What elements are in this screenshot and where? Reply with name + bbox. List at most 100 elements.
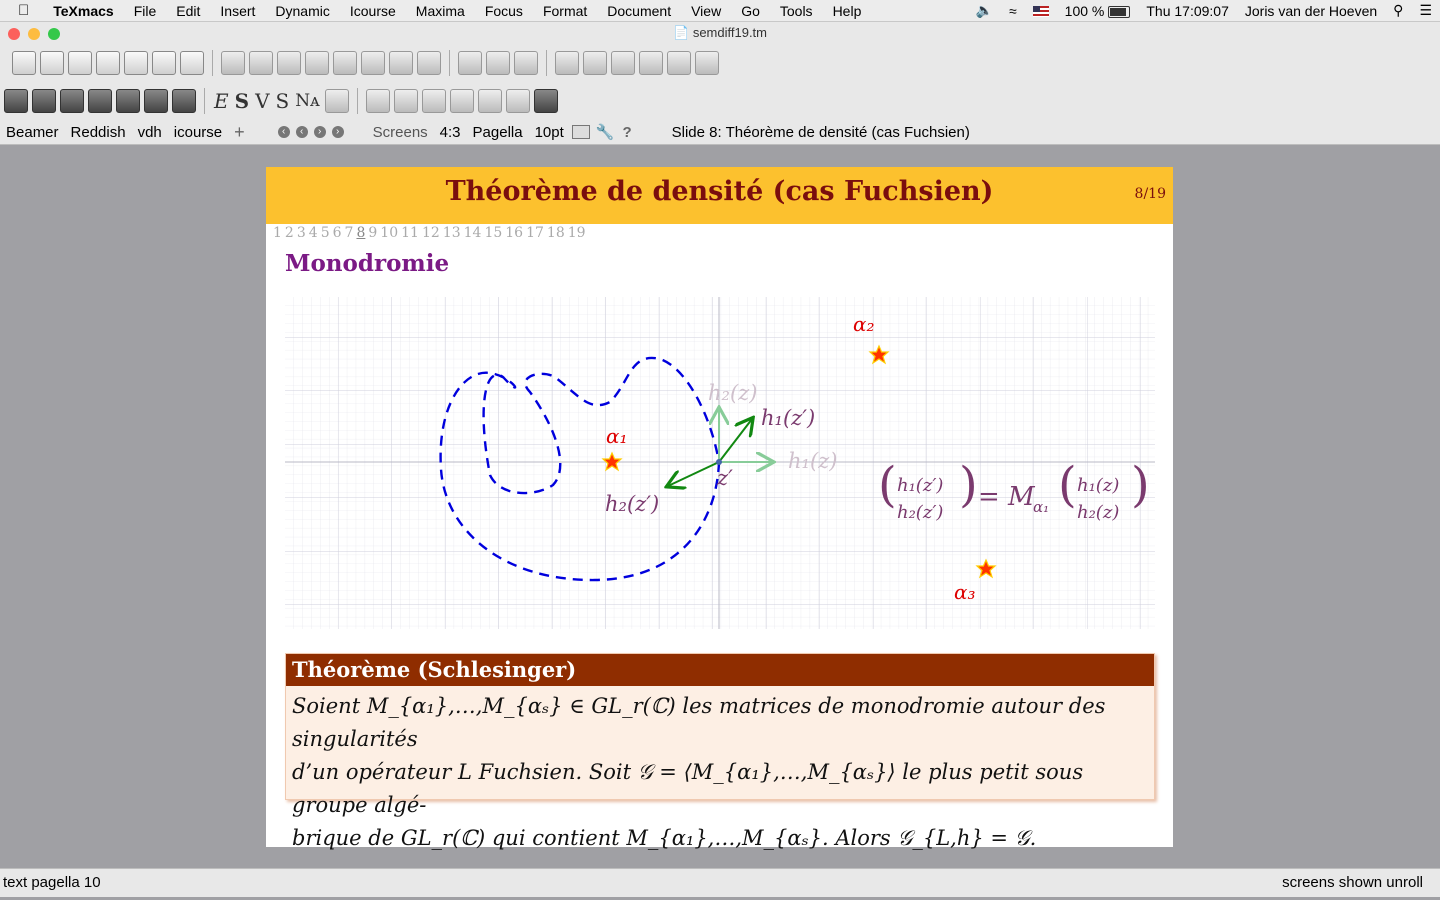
slide-nav-item[interactable]: 7 (345, 225, 354, 241)
slide-nav-item[interactable]: 16 (505, 225, 523, 241)
flag-icon[interactable] (1025, 3, 1057, 19)
screens-label[interactable]: Screens (367, 124, 434, 141)
add-style-button[interactable]: + (228, 122, 251, 143)
slide-nav-item[interactable]: 8 (356, 225, 365, 241)
next-screen-icon[interactable]: › (313, 126, 326, 138)
slide-nav-item[interactable]: 5 (321, 225, 330, 241)
first-slide-icon[interactable] (555, 51, 579, 75)
title-style-icon[interactable] (32, 89, 56, 113)
forward-icon[interactable] (514, 51, 538, 75)
style-beamer[interactable]: Beamer (0, 124, 65, 141)
fast-forward-icon[interactable] (667, 51, 691, 75)
style-reddish[interactable]: Reddish (65, 124, 132, 141)
slide-nav-item[interactable]: 9 (368, 225, 377, 241)
replace-icon[interactable] (333, 51, 357, 75)
slide-nav-item[interactable]: 19 (568, 225, 586, 241)
font-size-selector[interactable]: 10pt (529, 124, 570, 141)
menu-help[interactable]: Help (823, 0, 872, 22)
verbatim-glyph[interactable]: V (255, 89, 269, 113)
app-menu[interactable]: TeXmacs (43, 0, 123, 22)
slide-nav-item[interactable]: 11 (401, 225, 419, 241)
strong-glyph[interactable]: S (235, 89, 249, 113)
cut-icon[interactable] (249, 51, 273, 75)
list-icon[interactable] (116, 89, 140, 113)
last-slide-icon[interactable] (695, 51, 719, 75)
slide-nav-item[interactable]: 17 (526, 225, 544, 241)
previous-slide-icon[interactable] (611, 51, 635, 75)
copy-icon[interactable] (221, 51, 245, 75)
slide-nav-item[interactable]: 12 (422, 225, 440, 241)
slide-nav-item[interactable]: 15 (484, 225, 502, 241)
menu-focus[interactable]: Focus (475, 0, 533, 22)
menu-format[interactable]: Format (533, 0, 597, 22)
menu-go[interactable]: Go (731, 0, 770, 22)
battery-status[interactable]: 100 % (1057, 3, 1139, 19)
footnote-icon[interactable] (477, 89, 502, 113)
export-icon[interactable] (96, 51, 120, 75)
style-icourse[interactable]: icourse (168, 124, 228, 141)
emphasis-glyph[interactable]: E (214, 89, 229, 113)
spell-check-icon[interactable] (361, 51, 385, 75)
reload-icon[interactable] (486, 51, 510, 75)
first-screen-icon[interactable]: ‹ (277, 126, 290, 138)
preferences-icon[interactable] (152, 51, 176, 75)
search-icon[interactable] (305, 51, 329, 75)
slide-nav-item[interactable]: 2 (285, 225, 294, 241)
enumerate-icon[interactable] (144, 89, 168, 113)
next-slide-icon[interactable] (639, 51, 663, 75)
spotlight-icon[interactable]: ⚲ (1385, 2, 1411, 19)
fast-back-icon[interactable] (583, 51, 607, 75)
close-document-icon[interactable] (180, 51, 204, 75)
slide-nav-item[interactable]: 18 (547, 225, 565, 241)
print-icon[interactable] (124, 51, 148, 75)
slide-nav-item[interactable]: 14 (464, 225, 482, 241)
align-center-icon[interactable] (60, 89, 84, 113)
name-glyph[interactable]: Nᴀ (295, 91, 319, 111)
wrench-icon[interactable]: 🔧 (596, 123, 615, 141)
menu-tools[interactable]: Tools (770, 0, 823, 22)
style-vdh[interactable]: vdh (132, 124, 168, 141)
menu-icourse[interactable]: Icourse (340, 0, 406, 22)
slide-nav-item[interactable]: 3 (297, 225, 306, 241)
help-icon[interactable]: ? (622, 124, 631, 141)
slide-nav-item[interactable]: 13 (443, 225, 461, 241)
sans-glyph[interactable]: S (276, 89, 290, 113)
menu-dynamic[interactable]: Dynamic (265, 0, 339, 22)
session-icon[interactable] (533, 89, 558, 113)
previous-screen-icon[interactable]: ‹ (295, 126, 308, 138)
save-document-icon[interactable] (68, 51, 92, 75)
math-icon[interactable] (365, 89, 390, 113)
user-name[interactable]: Joris van der Hoeven (1237, 3, 1385, 19)
menu-file[interactable]: File (124, 0, 167, 22)
last-screen-icon[interactable]: › (331, 126, 344, 138)
slide-nav-item[interactable]: 1 (273, 225, 282, 241)
page-setup-icon[interactable] (571, 125, 590, 139)
image-icon[interactable] (421, 89, 446, 113)
wifi-icon[interactable]: ≈ (1001, 3, 1025, 19)
menu-document[interactable]: Document (597, 0, 681, 22)
menu-edit[interactable]: Edit (166, 0, 210, 22)
volume-icon[interactable]: 🔈 (968, 2, 1001, 19)
menu-insert[interactable]: Insert (210, 0, 265, 22)
open-document-icon[interactable] (40, 51, 64, 75)
slide-nav-item[interactable]: 4 (309, 225, 318, 241)
slide-nav-item[interactable]: 6 (333, 225, 342, 241)
clock[interactable]: Thu 17:09:07 (1138, 3, 1237, 19)
redo-icon[interactable] (417, 51, 441, 75)
paste-icon[interactable] (277, 51, 301, 75)
back-icon[interactable] (458, 51, 482, 75)
font-selector[interactable]: Pagella (467, 124, 529, 141)
menu-maxima[interactable]: Maxima (406, 0, 475, 22)
align-right-icon[interactable] (88, 89, 112, 113)
undo-icon[interactable] (389, 51, 413, 75)
link-icon[interactable] (449, 89, 474, 113)
film-icon[interactable] (505, 89, 530, 113)
eraser-icon[interactable] (324, 89, 349, 113)
section-icon[interactable] (172, 89, 196, 113)
table-icon[interactable] (393, 89, 418, 113)
new-document-icon[interactable] (12, 51, 36, 75)
menu-view[interactable]: View (681, 0, 731, 22)
notification-center-icon[interactable]: ☰ (1411, 2, 1440, 19)
aspect-ratio[interactable]: 4:3 (434, 124, 467, 141)
apple-icon[interactable]:  (0, 0, 43, 22)
